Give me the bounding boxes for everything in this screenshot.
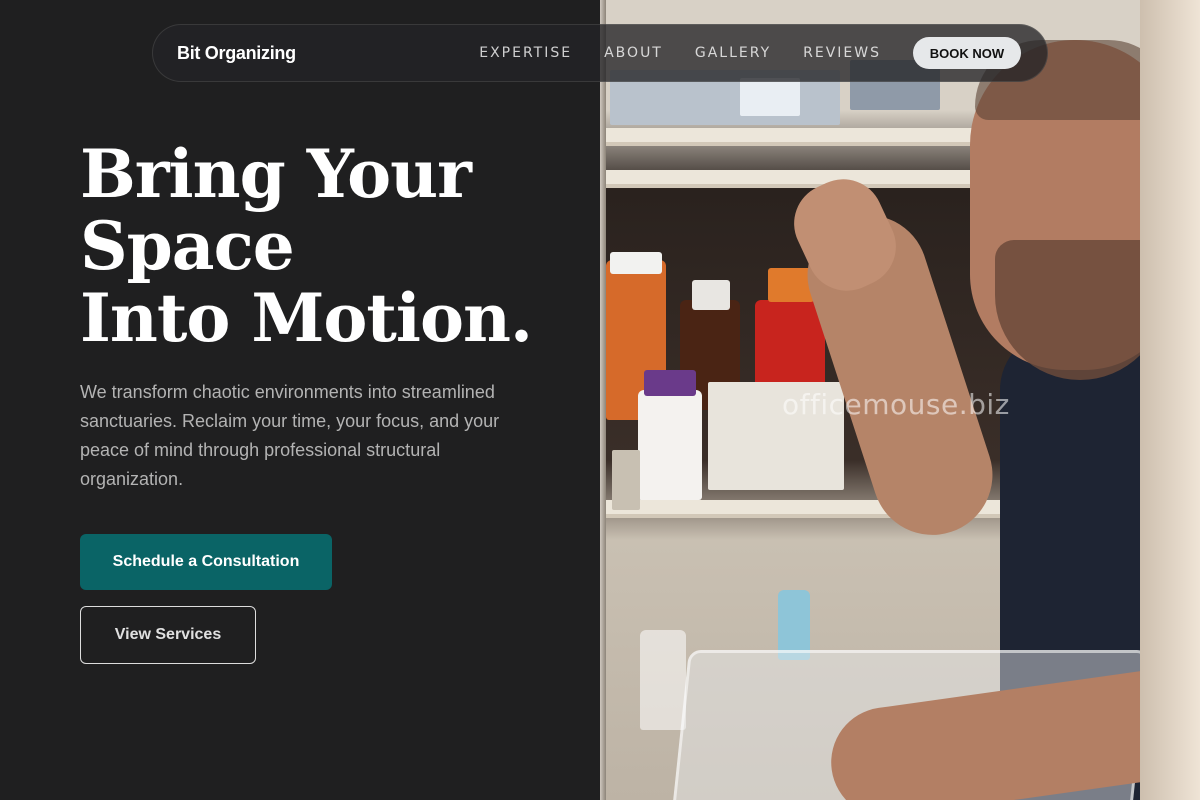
hero-title-line: Space <box>80 207 295 285</box>
nav-link-about[interactable]: ABOUT <box>604 45 663 61</box>
hero-description: We transform chaotic environments into s… <box>80 382 500 489</box>
nav-links: EXPERTISE ABOUT GALLERY REVIEWS BOOK NOW <box>479 37 1023 69</box>
hero-title-line: Into Motion. <box>80 279 533 357</box>
nav-link-expertise[interactable]: EXPERTISE <box>479 45 572 61</box>
watermark-text: officemouse.biz <box>782 388 1010 421</box>
brand-logo[interactable]: Bit Organizing <box>177 43 296 64</box>
book-now-button[interactable]: BOOK NOW <box>913 37 1021 69</box>
view-services-button[interactable]: View Services <box>80 606 256 664</box>
top-navbar: Bit Organizing EXPERTISE ABOUT GALLERY R… <box>152 24 1048 82</box>
hero-title-line: Bring Your <box>80 135 472 213</box>
schedule-consultation-button[interactable]: Schedule a Consultation <box>80 534 332 590</box>
hero-title: Bring Your Space Into Motion. <box>80 135 533 357</box>
nav-link-gallery[interactable]: GALLERY <box>695 45 771 61</box>
nav-link-reviews[interactable]: REVIEWS <box>803 45 881 61</box>
